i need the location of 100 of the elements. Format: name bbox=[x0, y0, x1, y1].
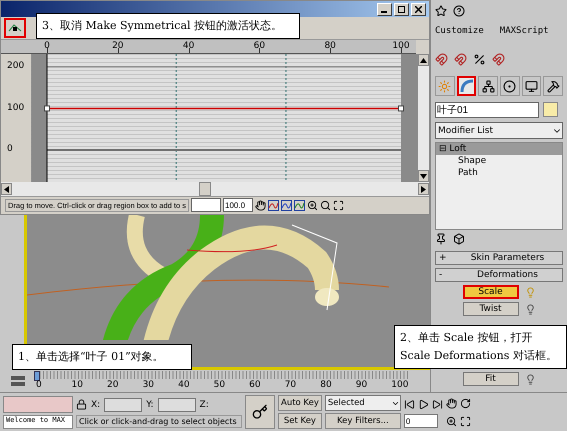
menu-item[interactable]: MAXScript bbox=[500, 26, 549, 36]
curve-view-icon[interactable] bbox=[281, 200, 292, 211]
left-arrow-icon bbox=[3, 186, 10, 193]
skip-back-icon[interactable] bbox=[404, 398, 415, 410]
pan-icon[interactable] bbox=[446, 398, 457, 408]
target-icon bbox=[503, 80, 516, 92]
annotation-text: 3、取消 Make Symmetrical 按钮的激活状态。 bbox=[42, 18, 284, 34]
bulb-icon[interactable] bbox=[524, 374, 536, 384]
frame-label: 50 bbox=[214, 380, 226, 390]
scroll-up-button[interactable] bbox=[418, 54, 429, 66]
value-field[interactable]: 100.0 bbox=[223, 198, 253, 212]
panel-tab[interactable] bbox=[543, 76, 563, 96]
search-icon[interactable] bbox=[320, 200, 331, 211]
stack-item[interactable]: Shape bbox=[436, 155, 562, 167]
help-icon[interactable] bbox=[453, 5, 465, 17]
play-icon[interactable] bbox=[418, 398, 429, 410]
magnet-icon[interactable] bbox=[454, 52, 467, 66]
magnet-icon[interactable] bbox=[492, 52, 505, 66]
coord-field[interactable] bbox=[104, 398, 142, 412]
rollout-title: Skin Parameters bbox=[470, 253, 546, 263]
name-field[interactable]: 叶子01 bbox=[435, 102, 539, 118]
curve-icon bbox=[460, 79, 474, 93]
rollout-header[interactable]: + Skin Parameters bbox=[435, 251, 563, 265]
scrollbar[interactable] bbox=[418, 54, 429, 182]
box-icon[interactable] bbox=[453, 233, 465, 245]
maximize-button[interactable] bbox=[394, 2, 409, 16]
scroll-right-button[interactable] bbox=[418, 183, 429, 196]
monitor-icon bbox=[525, 80, 538, 92]
panel-tab[interactable] bbox=[478, 76, 498, 96]
scroll-down-button[interactable] bbox=[418, 170, 429, 182]
rollout-header[interactable]: - Deformations bbox=[435, 268, 563, 282]
key-button[interactable] bbox=[245, 395, 275, 429]
stack-item[interactable]: Path bbox=[436, 167, 562, 179]
frame-label: 20 bbox=[107, 380, 118, 390]
track-view-icon[interactable] bbox=[10, 375, 26, 387]
frame-label: 60 bbox=[249, 380, 261, 390]
maximize-icon[interactable] bbox=[460, 416, 471, 426]
frame-label: 30 bbox=[142, 380, 154, 390]
ruler-label: 40 bbox=[182, 41, 194, 52]
auto-key-button[interactable]: Auto Key bbox=[278, 395, 322, 411]
menu-item[interactable]: Customize bbox=[435, 26, 484, 36]
maximize-icon bbox=[398, 6, 405, 13]
magnet-icon[interactable] bbox=[435, 52, 448, 66]
curve-view-icon[interactable] bbox=[268, 200, 279, 211]
close-button[interactable] bbox=[411, 2, 426, 16]
frame-field[interactable]: 0 bbox=[404, 414, 438, 428]
skip-forward-icon[interactable] bbox=[432, 398, 443, 410]
make-symmetrical-button[interactable] bbox=[4, 18, 26, 38]
time-slider-thumb[interactable] bbox=[34, 370, 40, 380]
deformation-button[interactable]: Twist bbox=[462, 302, 518, 316]
annotation-text: 2、单击 Scale 按钮，打开 Scale Deformations 对话框。 bbox=[400, 330, 558, 364]
scroll-left-button[interactable] bbox=[1, 183, 12, 196]
percent-icon[interactable] bbox=[473, 52, 486, 66]
star-icon[interactable] bbox=[435, 5, 447, 17]
pin-icon[interactable] bbox=[435, 233, 447, 245]
frame-label: 100 bbox=[391, 380, 408, 390]
deformation-button[interactable]: Fit bbox=[462, 372, 518, 386]
scrollbar[interactable] bbox=[1, 182, 429, 196]
zoom-icon[interactable] bbox=[307, 200, 318, 211]
selection-dropdown[interactable]: Selected bbox=[324, 395, 401, 411]
zoom-region-icon[interactable] bbox=[333, 200, 344, 211]
prompt-text: Click or click-and-drag to select objects bbox=[76, 414, 242, 428]
right-arrow-icon bbox=[420, 186, 427, 193]
ruler-label: 60 bbox=[254, 41, 266, 52]
pan-icon[interactable] bbox=[255, 200, 266, 211]
stack-item[interactable]: ⊟ Loft bbox=[436, 143, 562, 155]
deformation-button[interactable]: Scale bbox=[462, 285, 518, 299]
hierarchy-icon bbox=[482, 80, 495, 92]
frame-label: 80 bbox=[320, 380, 332, 390]
curve-view-icon[interactable] bbox=[294, 200, 305, 211]
set-key-button[interactable]: Set Key bbox=[278, 413, 322, 429]
minimize-button[interactable] bbox=[377, 2, 392, 16]
scroll-thumb[interactable] bbox=[199, 182, 211, 196]
orbit-icon[interactable] bbox=[460, 398, 471, 408]
bulb-icon[interactable] bbox=[524, 304, 536, 314]
rollout-title: Deformations bbox=[476, 270, 539, 280]
down-arrow-icon bbox=[420, 172, 427, 180]
key-filters-button[interactable]: Key Filters... bbox=[324, 413, 401, 429]
frame-label: 70 bbox=[284, 380, 296, 390]
axis-label: 100 bbox=[7, 102, 24, 113]
burst-icon bbox=[438, 80, 452, 92]
color-box bbox=[3, 396, 73, 412]
input-field[interactable] bbox=[191, 198, 221, 212]
coord-label: Y: bbox=[146, 400, 154, 410]
lock-icon[interactable] bbox=[76, 399, 87, 410]
annotation-text: 1、单击选择“叶子 01”对象。 bbox=[18, 349, 165, 365]
color-swatch[interactable] bbox=[543, 102, 558, 117]
axis-label: 0 bbox=[7, 144, 13, 154]
panel-tab[interactable] bbox=[522, 76, 542, 96]
rollout-sign: + bbox=[438, 253, 448, 263]
coord-label: X: bbox=[91, 400, 100, 410]
panel-tab[interactable] bbox=[500, 76, 520, 96]
zoom-icon[interactable] bbox=[446, 416, 457, 426]
up-arrow-icon bbox=[420, 56, 427, 64]
modifier-dropdown[interactable]: Modifier List bbox=[435, 122, 563, 139]
close-icon bbox=[415, 6, 422, 13]
coord-label: Z: bbox=[200, 400, 209, 410]
ruler-label: 20 bbox=[112, 41, 124, 52]
axis-label: 200 bbox=[7, 61, 24, 72]
coord-field[interactable] bbox=[158, 398, 196, 412]
